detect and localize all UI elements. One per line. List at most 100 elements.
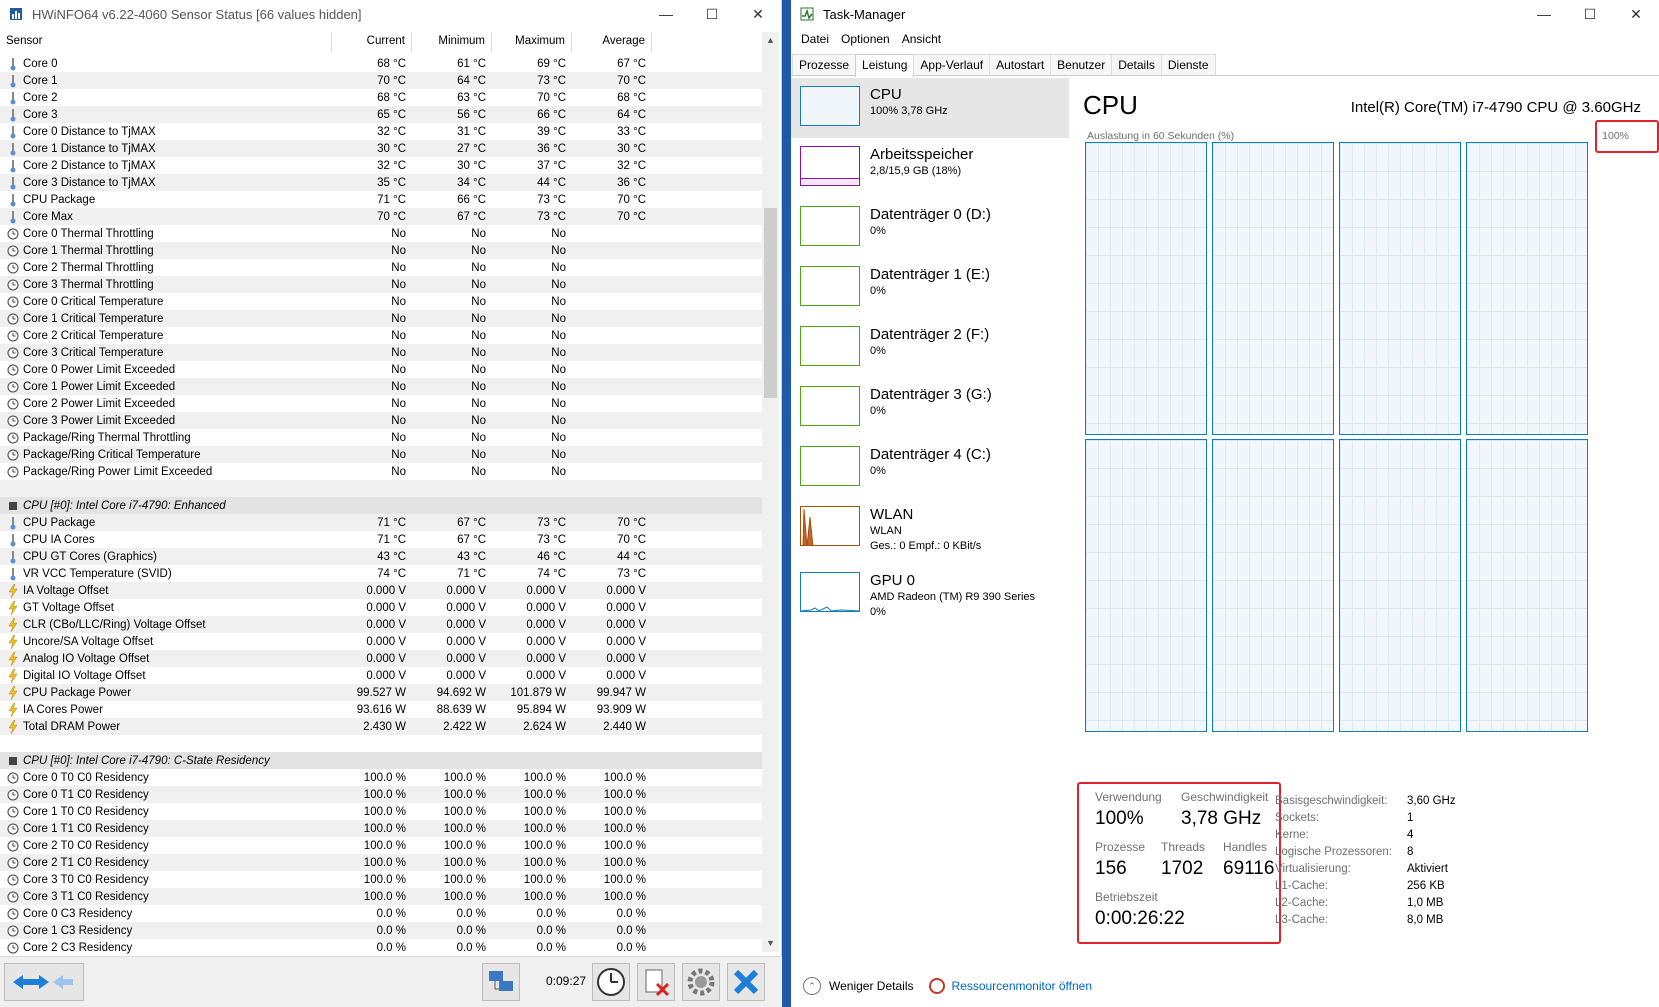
tm-minimize-button[interactable]: — bbox=[1521, 0, 1567, 28]
close-sensors-button[interactable] bbox=[727, 963, 765, 1001]
clock-icon bbox=[7, 261, 19, 275]
perf-item-wlan[interactable]: WLAN WLAN Ges.: 0 Empf.: 0 KBit/s bbox=[791, 498, 1069, 564]
col-minimum[interactable]: Minimum bbox=[412, 32, 492, 52]
menu-optionen[interactable]: Optionen bbox=[835, 32, 896, 46]
sensor-row[interactable]: Core 0 Distance to TjMAX 32 °C 31 °C 39 °C 3… bbox=[0, 123, 762, 140]
reset-log-button[interactable] bbox=[637, 963, 675, 1001]
sensor-row[interactable]: Digital IO Voltage Offset 0.000 V 0.000 V 0… bbox=[0, 667, 762, 684]
perf-item-datentr-ger-4-c[interactable]: Datenträger 4 (C:) 0% bbox=[791, 438, 1069, 498]
scroll-thumb[interactable] bbox=[764, 208, 777, 398]
perf-item-datentr-ger-2-f[interactable]: Datenträger 2 (F:) 0% bbox=[791, 318, 1069, 378]
sensor-row[interactable]: GT Voltage Offset 0.000 V 0.000 V 0.000 V 0.… bbox=[0, 599, 762, 616]
tab-benutzer[interactable]: Benutzer bbox=[1050, 54, 1113, 75]
sensor-row[interactable]: Core 1 Critical Temperature No No No bbox=[0, 310, 762, 327]
hwinfo-titlebar[interactable]: HWiNFO64 v6.22-4060 Sensor Status [66 va… bbox=[0, 0, 781, 28]
sensor-row[interactable]: Core 3 Critical Temperature No No No bbox=[0, 344, 762, 361]
sensor-row[interactable]: Core 2 Power Limit Exceeded No No No bbox=[0, 395, 762, 412]
navigate-arrows-button[interactable] bbox=[4, 963, 84, 1001]
clock-button[interactable] bbox=[592, 963, 630, 1001]
sensor-maximum-value: 100.0 % bbox=[523, 873, 566, 886]
sensor-row[interactable]: Core 2 68 °C 63 °C 70 °C 68 °C bbox=[0, 89, 762, 106]
sensor-row[interactable]: Core 0 Critical Temperature No No No bbox=[0, 293, 762, 310]
close-button[interactable]: ✕ bbox=[735, 0, 781, 28]
sensor-row[interactable]: Core 2 Critical Temperature No No No bbox=[0, 327, 762, 344]
sensor-row[interactable]: Package/Ring Power Limit Exceeded No No No bbox=[0, 463, 762, 480]
sensor-row[interactable]: Core 1 Power Limit Exceeded No No No bbox=[0, 378, 762, 395]
sensor-row[interactable]: Core 0 T0 C0 Residency 100.0 % 100.0 % 100.… bbox=[0, 769, 762, 786]
tab-app-verlauf[interactable]: App-Verlauf bbox=[913, 54, 991, 75]
sensor-group-row[interactable]: CPU [#0]: Intel Core i7-4790: Enhanced bbox=[0, 497, 762, 514]
perf-item-datentr-ger-3-g[interactable]: Datenträger 3 (G:) 0% bbox=[791, 378, 1069, 438]
sensor-group-row[interactable]: CPU [#0]: Intel Core i7-4790: C-State Re… bbox=[0, 752, 762, 769]
perf-item-arbeitsspeicher[interactable]: Arbeitsspeicher 2,8/15,9 GB (18%) bbox=[791, 138, 1069, 198]
sensor-row[interactable]: CPU IA Cores 71 °C 67 °C 73 °C 70 °C bbox=[0, 531, 762, 548]
sensor-scrollbar[interactable]: ▲ ▼ bbox=[762, 32, 779, 952]
sensor-row[interactable]: CLR (CBo/LLC/Ring) Voltage Offset 0.000 V… bbox=[0, 616, 762, 633]
sensor-row[interactable]: Core 2 C3 Residency 0.0 % 0.0 % 0.0 % 0.0 % bbox=[0, 939, 762, 956]
sensor-row[interactable]: Core 3 Distance to TjMAX 35 °C 34 °C 44 °C 3… bbox=[0, 174, 762, 191]
sensor-row[interactable] bbox=[0, 735, 762, 752]
sensor-row[interactable]: IA Voltage Offset 0.000 V 0.000 V 0.000 V 0.… bbox=[0, 582, 762, 599]
sensor-row[interactable]: Core Max 70 °C 67 °C 73 °C 70 °C bbox=[0, 208, 762, 225]
sensor-row[interactable]: Core 3 Thermal Throttling No No No bbox=[0, 276, 762, 293]
col-sensor[interactable]: Sensor bbox=[0, 32, 332, 52]
chevron-up-icon[interactable]: ⌃ bbox=[803, 977, 821, 995]
sensor-row[interactable]: Core 2 Distance to TjMAX 32 °C 30 °C 37 °C 3… bbox=[0, 157, 762, 174]
sensor-row[interactable]: CPU GT Cores (Graphics) 43 °C 43 °C 46 °C 44… bbox=[0, 548, 762, 565]
sensor-row[interactable]: CPU Package Power 99.527 W 94.692 W 101.879… bbox=[0, 684, 762, 701]
tab-dienste[interactable]: Dienste bbox=[1160, 54, 1216, 75]
tab-autostart[interactable]: Autostart bbox=[989, 54, 1052, 75]
sensor-row[interactable]: CPU Package 71 °C 67 °C 73 °C 70 °C bbox=[0, 514, 762, 531]
sensor-row[interactable]: Core 0 68 °C 61 °C 69 °C 67 °C bbox=[0, 55, 762, 72]
perf-item-gpu-0[interactable]: GPU 0 AMD Radeon (TM) R9 390 Series 0% bbox=[791, 564, 1069, 624]
menu-datei[interactable]: Datei bbox=[795, 32, 835, 46]
sensor-row[interactable]: Analog IO Voltage Offset 0.000 V 0.000 V 0.… bbox=[0, 650, 762, 667]
sensor-row[interactable]: Core 2 T0 C0 Residency 100.0 % 100.0 % 100.… bbox=[0, 837, 762, 854]
sensor-row[interactable]: Package/Ring Critical Temperature No No No bbox=[0, 446, 762, 463]
sensor-row[interactable]: Core 1 T1 C0 Residency 100.0 % 100.0 % 100.… bbox=[0, 820, 762, 837]
sensor-row[interactable]: Package/Ring Thermal Throttling No No No bbox=[0, 429, 762, 446]
tab-prozesse[interactable]: Prozesse bbox=[792, 54, 857, 75]
col-current[interactable]: Current bbox=[332, 32, 412, 52]
sensor-row[interactable]: IA Cores Power 93.616 W 88.639 W 95.894 W 93… bbox=[0, 701, 762, 718]
sensor-row[interactable]: CPU Package 71 °C 66 °C 73 °C 70 °C bbox=[0, 191, 762, 208]
menu-ansicht[interactable]: Ansicht bbox=[896, 32, 947, 46]
sensor-row[interactable]: Core 1 T0 C0 Residency 100.0 % 100.0 % 100.… bbox=[0, 803, 762, 820]
scroll-down-arrow-icon[interactable]: ▼ bbox=[762, 935, 779, 952]
col-maximum[interactable]: Maximum bbox=[492, 32, 572, 52]
perf-item-cpu[interactable]: CPU 100% 3,78 GHz bbox=[791, 78, 1069, 138]
tab-leistung[interactable]: Leistung bbox=[855, 54, 915, 77]
maximize-button[interactable]: ☐ bbox=[689, 0, 735, 28]
sensor-row[interactable]: Core 2 Thermal Throttling No No No bbox=[0, 259, 762, 276]
sensor-row[interactable]: Core 3 65 °C 56 °C 66 °C 64 °C bbox=[0, 106, 762, 123]
taskmanager-titlebar[interactable]: Task-Manager — ☐ ✕ bbox=[791, 0, 1659, 28]
tm-close-button[interactable]: ✕ bbox=[1613, 0, 1659, 28]
sensor-row[interactable]: Total DRAM Power 2.430 W 2.422 W 2.624 W 2.4… bbox=[0, 718, 762, 735]
tab-details[interactable]: Details bbox=[1111, 54, 1162, 75]
sensor-row[interactable]: Core 3 T1 C0 Residency 100.0 % 100.0 % 100.… bbox=[0, 888, 762, 905]
sensor-row[interactable]: Core 0 Power Limit Exceeded No No No bbox=[0, 361, 762, 378]
sensor-row[interactable]: Core 0 Thermal Throttling No No No bbox=[0, 225, 762, 242]
resource-monitor-link[interactable]: Ressourcenmonitor öffnen bbox=[951, 979, 1092, 993]
sensor-row[interactable]: Uncore/SA Voltage Offset 0.000 V 0.000 V 0.… bbox=[0, 633, 762, 650]
sensor-row[interactable]: Core 3 T0 C0 Residency 100.0 % 100.0 % 100.… bbox=[0, 871, 762, 888]
sensor-row[interactable]: Core 1 70 °C 64 °C 73 °C 70 °C bbox=[0, 72, 762, 89]
sensor-row[interactable]: Core 2 T1 C0 Residency 100.0 % 100.0 % 100.… bbox=[0, 854, 762, 871]
fewer-details-link[interactable]: Weniger Details bbox=[829, 979, 913, 993]
sensor-row[interactable]: VR VCC Temperature (SVID) 74 °C 71 °C 74 °C… bbox=[0, 565, 762, 582]
sensor-row[interactable] bbox=[0, 480, 762, 497]
sensor-row[interactable]: Core 1 C3 Residency 0.0 % 0.0 % 0.0 % 0.0 % bbox=[0, 922, 762, 939]
network-button[interactable] bbox=[482, 963, 520, 1001]
tm-maximize-button[interactable]: ☐ bbox=[1567, 0, 1613, 28]
col-average[interactable]: Average bbox=[572, 32, 652, 52]
sensor-row[interactable]: Core 0 C3 Residency 0.0 % 0.0 % 0.0 % 0.0 % bbox=[0, 905, 762, 922]
scroll-up-arrow-icon[interactable]: ▲ bbox=[762, 32, 779, 49]
sensor-row[interactable]: Core 1 Distance to TjMAX 30 °C 27 °C 36 °C 3… bbox=[0, 140, 762, 157]
perf-item-datentr-ger-0-d[interactable]: Datenträger 0 (D:) 0% bbox=[791, 198, 1069, 258]
sensor-row[interactable]: Core 0 T1 C0 Residency 100.0 % 100.0 % 100.… bbox=[0, 786, 762, 803]
sensor-row[interactable]: Core 3 Power Limit Exceeded No No No bbox=[0, 412, 762, 429]
sensor-row[interactable]: Core 1 Thermal Throttling No No No bbox=[0, 242, 762, 259]
settings-button[interactable] bbox=[682, 963, 720, 1001]
perf-item-datentr-ger-1-e[interactable]: Datenträger 1 (E:) 0% bbox=[791, 258, 1069, 318]
minimize-button[interactable]: — bbox=[643, 0, 689, 28]
